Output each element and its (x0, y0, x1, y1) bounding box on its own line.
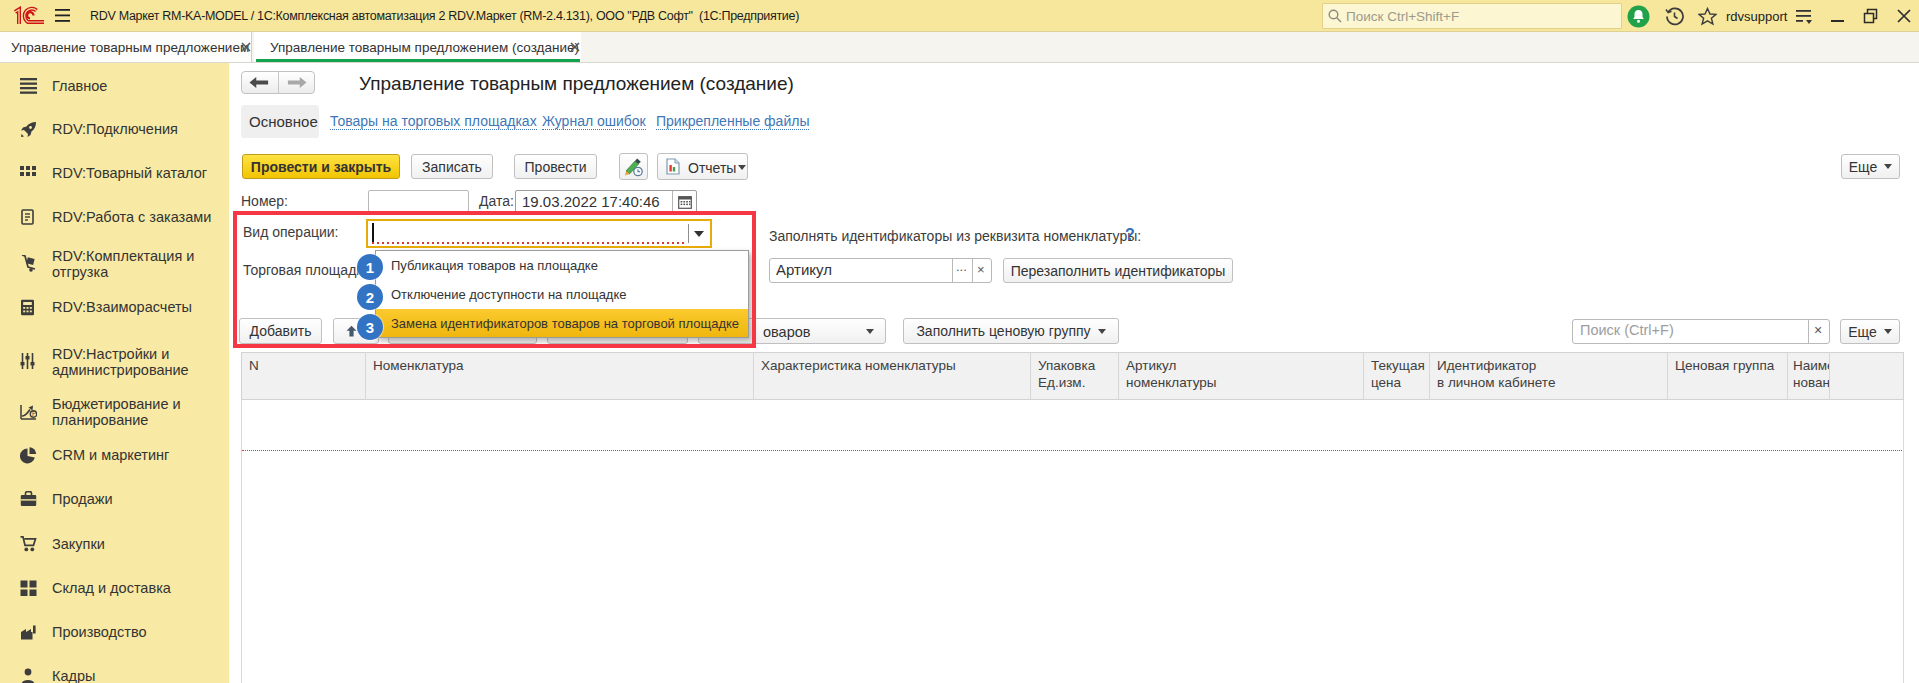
svg-text:Р: Р (32, 410, 36, 417)
